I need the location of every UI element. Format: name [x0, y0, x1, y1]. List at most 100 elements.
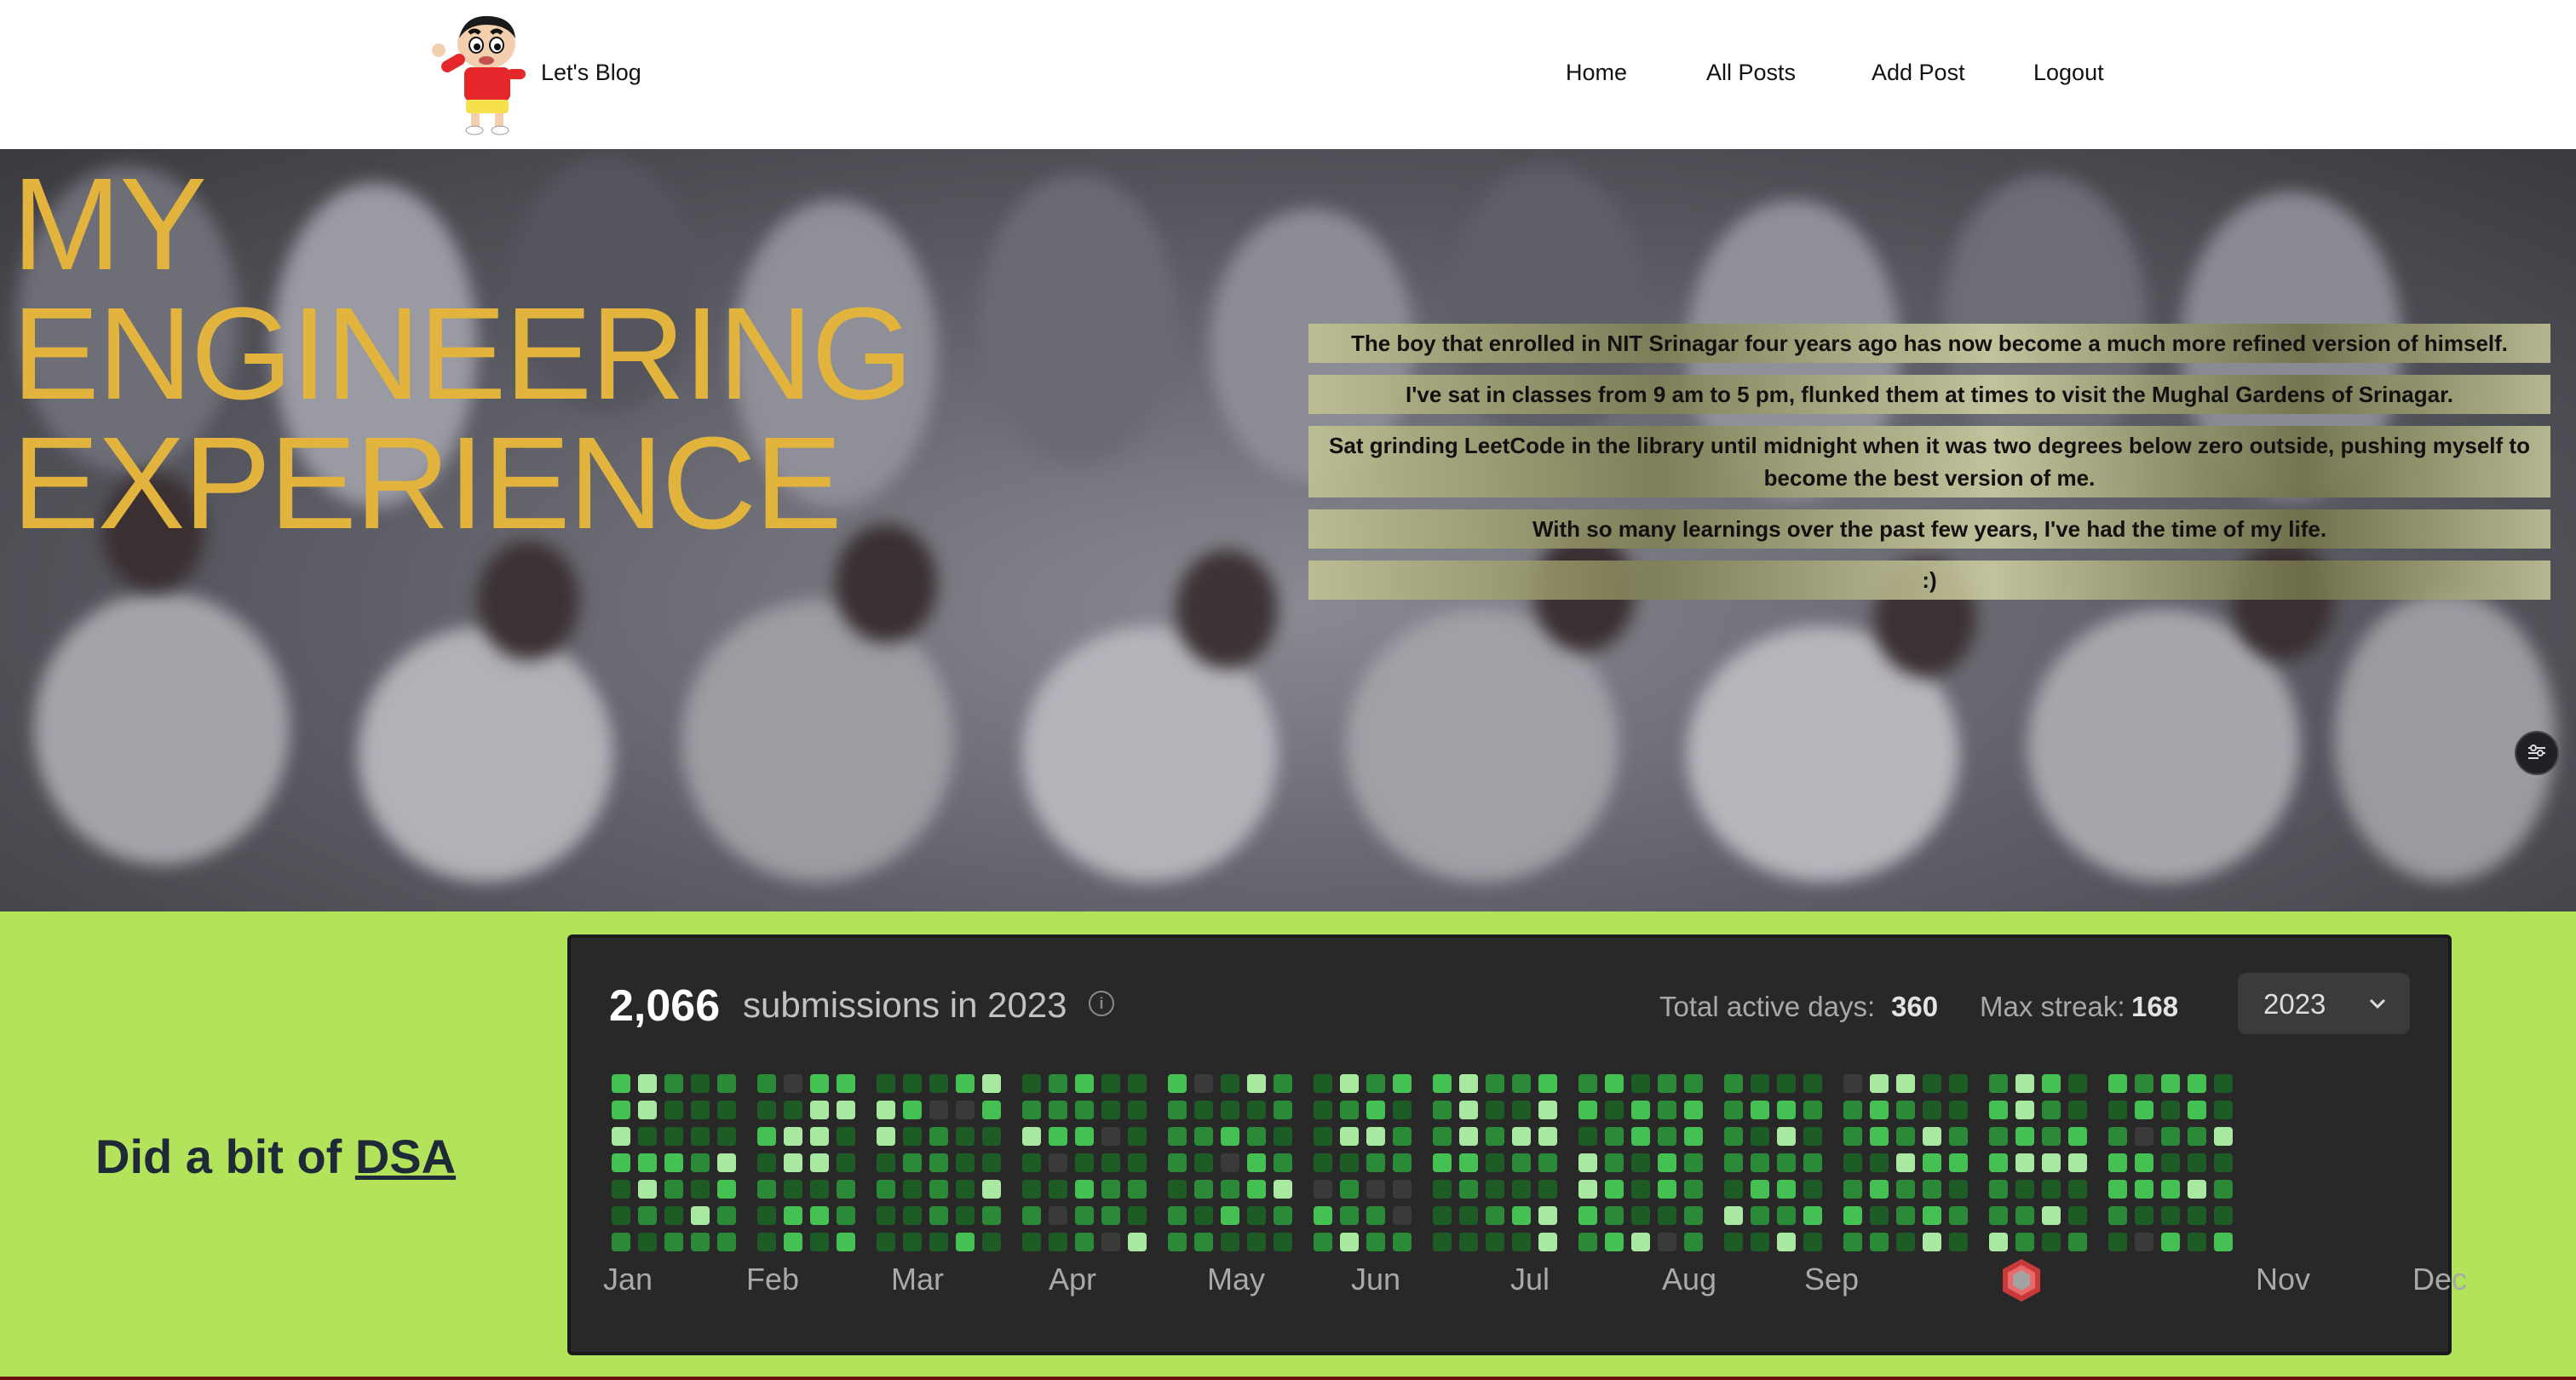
heatmap-day-cell[interactable] — [1393, 1180, 1412, 1199]
heatmap-day-cell[interactable] — [982, 1153, 1001, 1172]
heatmap-day-cell[interactable] — [1486, 1153, 1504, 1172]
heatmap-day-cell[interactable] — [1366, 1206, 1385, 1225]
heatmap-day-cell[interactable] — [1459, 1101, 1478, 1119]
heatmap-day-cell[interactable] — [810, 1206, 829, 1225]
heatmap-day-cell[interactable] — [810, 1101, 829, 1119]
heatmap-day-cell[interactable] — [1247, 1206, 1266, 1225]
heatmap-day-cell[interactable] — [1578, 1233, 1597, 1251]
heatmap-day-cell[interactable] — [691, 1074, 710, 1093]
heatmap-day-cell[interactable] — [929, 1074, 948, 1093]
heatmap-day-cell[interactable] — [982, 1206, 1001, 1225]
heatmap-day-cell[interactable] — [1512, 1127, 1531, 1146]
heatmap-day-cell[interactable] — [1658, 1233, 1676, 1251]
heatmap-day-cell[interactable] — [1989, 1206, 2008, 1225]
heatmap-day-cell[interactable] — [2015, 1180, 2034, 1199]
heatmap-day-cell[interactable] — [2042, 1206, 2061, 1225]
heatmap-day-cell[interactable] — [2161, 1101, 2180, 1119]
heatmap-day-cell[interactable] — [1843, 1180, 1862, 1199]
heatmap-day-cell[interactable] — [2188, 1180, 2206, 1199]
heatmap-day-cell[interactable] — [2214, 1101, 2233, 1119]
heatmap-day-cell[interactable] — [1459, 1153, 1478, 1172]
heatmap-day-cell[interactable] — [1605, 1074, 1624, 1093]
heatmap-day-cell[interactable] — [1247, 1074, 1266, 1093]
heatmap-day-cell[interactable] — [717, 1206, 736, 1225]
heatmap-day-cell[interactable] — [1923, 1074, 1941, 1093]
heatmap-day-cell[interactable] — [1949, 1101, 1968, 1119]
heatmap-day-cell[interactable] — [1128, 1180, 1147, 1199]
heatmap-day-cell[interactable] — [1684, 1180, 1703, 1199]
heatmap-day-cell[interactable] — [1578, 1206, 1597, 1225]
heatmap-day-cell[interactable] — [1896, 1074, 1915, 1093]
heatmap-day-cell[interactable] — [2068, 1153, 2087, 1172]
heatmap-day-cell[interactable] — [982, 1074, 1001, 1093]
heatmap-day-cell[interactable] — [1578, 1074, 1597, 1093]
nav-home[interactable]: Home — [1566, 60, 1627, 86]
heatmap-day-cell[interactable] — [664, 1074, 683, 1093]
heatmap-day-cell[interactable] — [1777, 1153, 1796, 1172]
heatmap-day-cell[interactable] — [1393, 1153, 1412, 1172]
heatmap-day-cell[interactable] — [929, 1127, 948, 1146]
heatmap-day-cell[interactable] — [1314, 1153, 1332, 1172]
heatmap-day-cell[interactable] — [1128, 1074, 1147, 1093]
heatmap-day-cell[interactable] — [664, 1101, 683, 1119]
heatmap-day-cell[interactable] — [1274, 1127, 1292, 1146]
heatmap-day-cell[interactable] — [1923, 1233, 1941, 1251]
heatmap-day-cell[interactable] — [1724, 1074, 1743, 1093]
heatmap-day-cell[interactable] — [810, 1127, 829, 1146]
heatmap-day-cell[interactable] — [2015, 1153, 2034, 1172]
heatmap-day-cell[interactable] — [1724, 1153, 1743, 1172]
heatmap-day-cell[interactable] — [2161, 1233, 2180, 1251]
heatmap-day-cell[interactable] — [877, 1153, 895, 1172]
heatmap-day-cell[interactable] — [1658, 1180, 1676, 1199]
heatmap-day-cell[interactable] — [903, 1206, 922, 1225]
heatmap-day-cell[interactable] — [1314, 1127, 1332, 1146]
heatmap-day-cell[interactable] — [1101, 1233, 1120, 1251]
heatmap-day-cell[interactable] — [1128, 1153, 1147, 1172]
heatmap-day-cell[interactable] — [2135, 1153, 2153, 1172]
heatmap-day-cell[interactable] — [2214, 1153, 2233, 1172]
heatmap-day-cell[interactable] — [1896, 1206, 1915, 1225]
heatmap-day-cell[interactable] — [1314, 1233, 1332, 1251]
shinchan-logo[interactable] — [430, 13, 532, 136]
heatmap-day-cell[interactable] — [2135, 1127, 2153, 1146]
heatmap-day-cell[interactable] — [1658, 1206, 1676, 1225]
heatmap-day-cell[interactable] — [1128, 1127, 1147, 1146]
heatmap-day-cell[interactable] — [1459, 1180, 1478, 1199]
heatmap-day-cell[interactable] — [1433, 1153, 1452, 1172]
heatmap-day-cell[interactable] — [1486, 1127, 1504, 1146]
heatmap-day-cell[interactable] — [956, 1206, 975, 1225]
heatmap-day-cell[interactable] — [1247, 1180, 1266, 1199]
heatmap-day-cell[interactable] — [717, 1153, 736, 1172]
heatmap-day-cell[interactable] — [982, 1127, 1001, 1146]
heatmap-day-cell[interactable] — [1128, 1206, 1147, 1225]
heatmap-day-cell[interactable] — [1658, 1074, 1676, 1093]
heatmap-day-cell[interactable] — [1459, 1233, 1478, 1251]
heatmap-day-cell[interactable] — [2135, 1101, 2153, 1119]
heatmap-day-cell[interactable] — [1989, 1127, 2008, 1146]
heatmap-day-cell[interactable] — [1605, 1153, 1624, 1172]
heatmap-day-cell[interactable] — [2015, 1127, 2034, 1146]
heatmap-day-cell[interactable] — [1843, 1101, 1862, 1119]
heatmap-day-cell[interactable] — [1631, 1101, 1650, 1119]
heatmap-day-cell[interactable] — [2015, 1101, 2034, 1119]
heatmap-day-cell[interactable] — [612, 1101, 630, 1119]
heatmap-day-cell[interactable] — [1247, 1153, 1266, 1172]
heatmap-day-cell[interactable] — [1314, 1074, 1332, 1093]
heatmap-day-cell[interactable] — [1870, 1101, 1889, 1119]
heatmap-day-cell[interactable] — [638, 1074, 657, 1093]
heatmap-day-cell[interactable] — [1538, 1153, 1557, 1172]
heatmap-day-cell[interactable] — [784, 1074, 802, 1093]
heatmap-day-cell[interactable] — [717, 1127, 736, 1146]
heatmap-day-cell[interactable] — [1049, 1101, 1067, 1119]
heatmap-day-cell[interactable] — [1803, 1127, 1822, 1146]
nav-add-post[interactable]: Add Post — [1872, 60, 1965, 86]
heatmap-day-cell[interactable] — [1949, 1074, 1968, 1093]
heatmap-day-cell[interactable] — [1538, 1074, 1557, 1093]
heatmap-day-cell[interactable] — [1843, 1127, 1862, 1146]
heatmap-day-cell[interactable] — [2135, 1206, 2153, 1225]
heatmap-day-cell[interactable] — [1075, 1233, 1094, 1251]
heatmap-day-cell[interactable] — [2135, 1180, 2153, 1199]
heatmap-day-cell[interactable] — [1075, 1127, 1094, 1146]
heatmap-day-cell[interactable] — [929, 1101, 948, 1119]
heatmap-day-cell[interactable] — [2188, 1074, 2206, 1093]
